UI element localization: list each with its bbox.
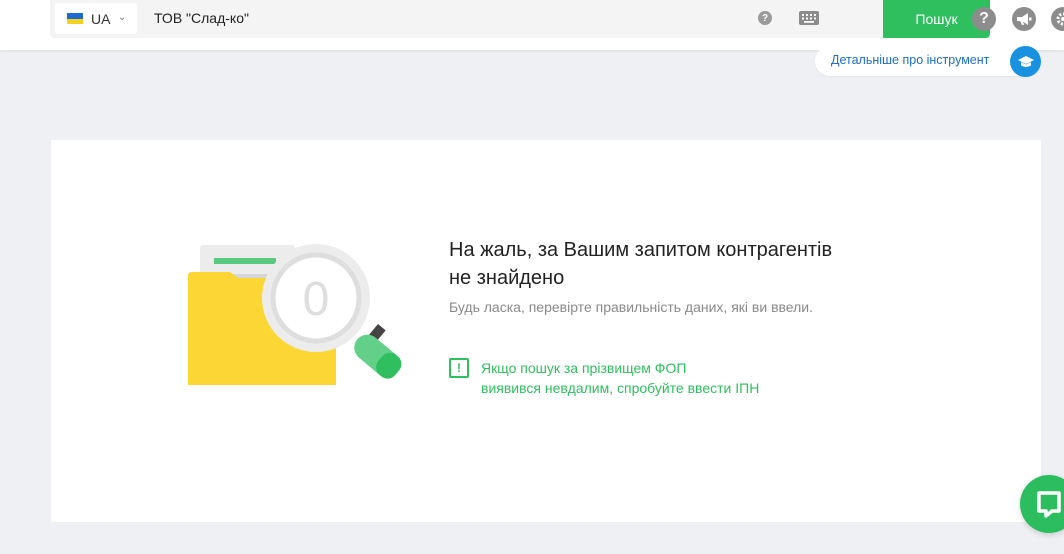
tool-info-label: Детальніше про інструмент [831,53,990,67]
no-results-title: На жаль, за Вашим запитом контрагентів н… [449,236,929,292]
fop-hint: Якщо пошук за прізвищем ФОП виявився нев… [481,358,801,398]
no-results-title-line1: На жаль, за Вашим запитом контрагентів [449,239,833,261]
no-results-title-line2: не знайдено [449,267,565,289]
graduation-cap-icon [1010,46,1041,77]
megaphone-icon[interactable] [1012,7,1036,31]
search-box: UA ⌄ ? Пошук [50,0,990,38]
ukraine-flag-icon [67,13,83,24]
chat-icon [1037,491,1061,518]
keyboard-icon[interactable] [799,11,819,25]
country-code: UA [91,11,111,27]
tool-info-link[interactable]: Детальніше про інструмент [815,46,1041,77]
top-bar: UA ⌄ ? Пошук ? [0,0,1064,50]
country-selector[interactable]: UA ⌄ [55,3,137,34]
empty-results-illustration: 0 [188,244,402,385]
search-help-icon[interactable]: ? [758,11,772,25]
chevron-down-icon: ⌄ [118,12,127,23]
search-input[interactable] [154,10,734,26]
gear-icon[interactable] [1051,7,1064,31]
zero-count: 0 [303,273,330,326]
no-results-subtitle: Будь ласка, перевірте правильність даних… [449,299,813,315]
help-icon[interactable]: ? [972,7,996,31]
results-card: 0 На жаль, за Вашим запитом контрагентів… [51,140,1041,522]
fop-hint-line1: Якщо пошук за прізвищем ФОП [481,360,687,376]
exclamation-icon: ! [449,358,469,378]
fop-hint-line2: виявився невдалим, спробуйте ввести ІПН [481,380,760,396]
chat-button[interactable] [1020,475,1064,533]
